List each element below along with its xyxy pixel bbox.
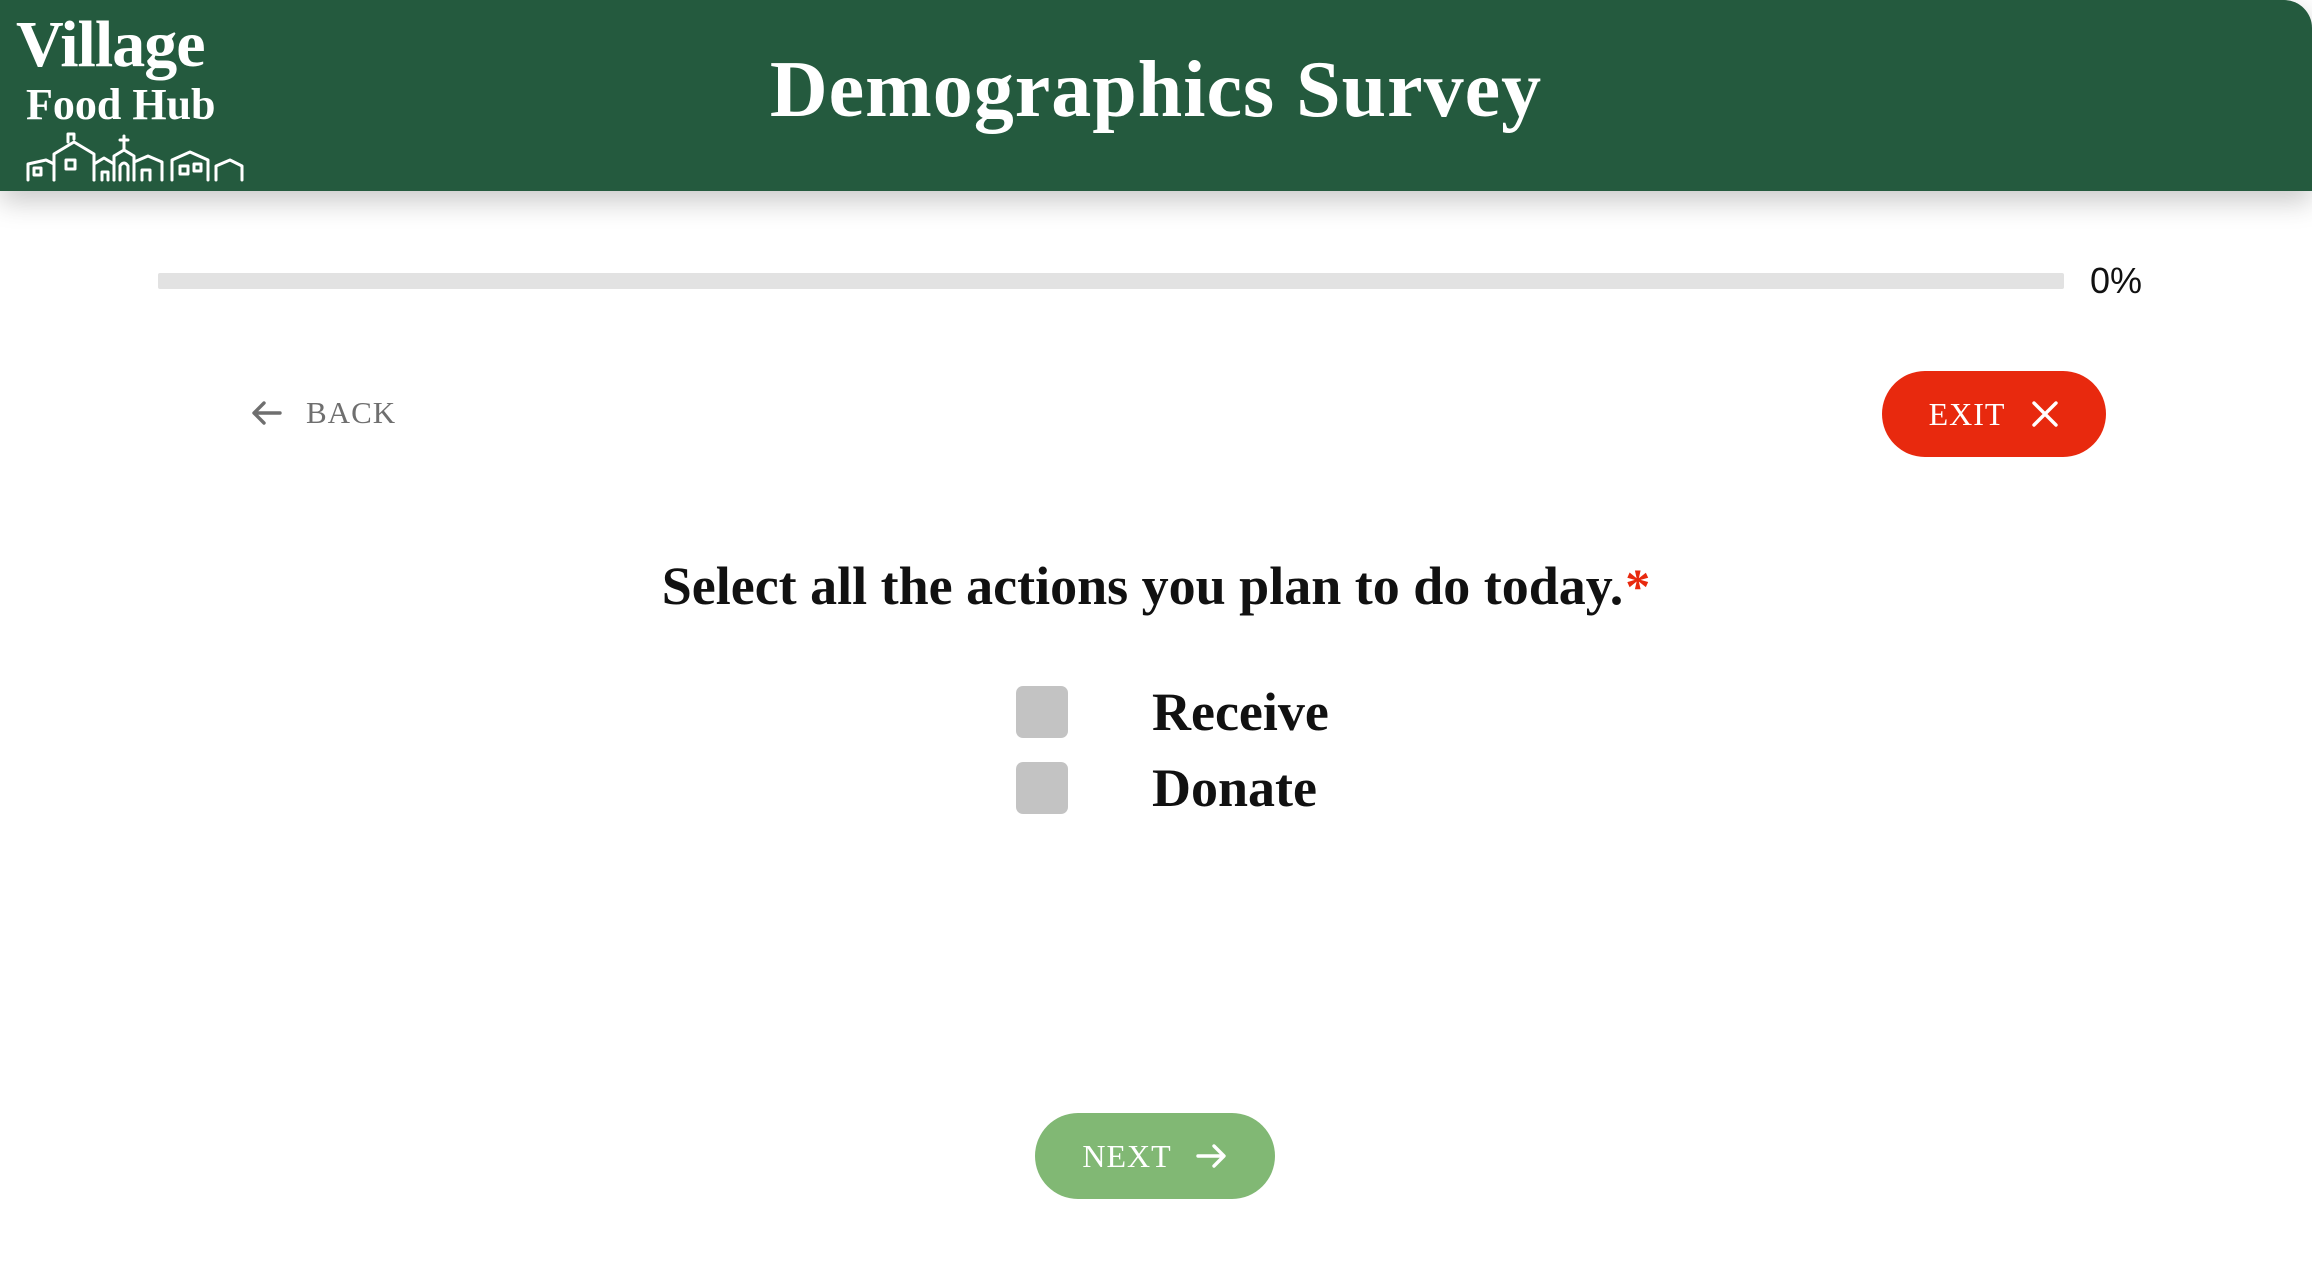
option-receive[interactable]: Receive — [1016, 681, 1329, 743]
page-title: Demographics Survey — [769, 46, 1543, 134]
progress-percent-label: 0% — [2090, 260, 2143, 301]
donate-checkbox[interactable] — [1016, 762, 1068, 814]
required-marker: * — [1625, 558, 1651, 614]
close-icon — [2031, 400, 2059, 428]
arrow-right-icon — [1194, 1141, 1228, 1171]
receive-checkbox[interactable] — [1016, 686, 1068, 738]
next-button-label: NEXT — [1082, 1137, 1172, 1174]
exit-button-label: EXIT — [1928, 395, 2006, 432]
question-prompt: Select all the actions you plan to do to… — [0, 552, 2312, 620]
exit-button[interactable]: EXIT — [1882, 371, 2106, 457]
next-button[interactable]: NEXT — [1035, 1113, 1275, 1199]
option-label-donate[interactable]: Donate — [1152, 757, 1317, 819]
arrow-left-icon — [250, 398, 284, 428]
question-text: Select all the actions you plan to do to… — [661, 556, 1624, 616]
back-button-label: BACK — [306, 395, 397, 430]
option-label-receive[interactable]: Receive — [1152, 681, 1329, 743]
progress-bar — [158, 273, 2064, 289]
back-button[interactable]: BACK — [250, 386, 396, 440]
app-header: Village Food Hub Demographics Survey — [0, 0, 2312, 191]
option-donate[interactable]: Donate — [1016, 757, 1317, 819]
